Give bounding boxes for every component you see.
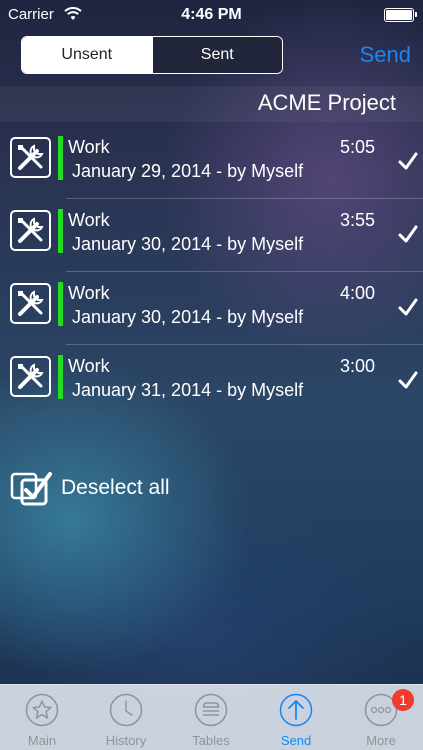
battery-icon <box>384 8 417 22</box>
checkmark-icon[interactable] <box>397 150 419 172</box>
entry-row[interactable]: Work January 30, 2014 - by Myself 3:55 <box>0 199 423 272</box>
clock-icon <box>109 693 143 727</box>
category-color-bar <box>58 209 63 253</box>
segment-sent[interactable]: Sent <box>151 37 282 73</box>
tab-main[interactable]: Main <box>0 685 84 750</box>
category-color-bar <box>58 136 63 180</box>
entry-title: Work <box>68 356 110 376</box>
entry-duration: 3:55 <box>339 210 375 230</box>
tray-stack-icon <box>194 693 228 727</box>
tab-history[interactable]: History <box>84 685 168 750</box>
tab-history-label: History <box>105 733 147 748</box>
tab-tables[interactable]: Tables <box>169 685 253 750</box>
tools-icon <box>10 283 51 324</box>
entry-subtitle: January 30, 2014 - by Myself <box>72 234 304 254</box>
entry-subtitle: January 30, 2014 - by Myself <box>72 307 304 327</box>
entry-title: Work <box>68 283 110 303</box>
entry-duration: 3:00 <box>339 356 375 376</box>
entry-title: Work <box>68 210 110 230</box>
tools-icon <box>10 210 51 251</box>
category-color-bar <box>58 282 63 326</box>
tab-more[interactable]: 1 More <box>339 685 423 750</box>
deselect-all-label: Deselect all <box>61 476 170 499</box>
project-title: ACME Project <box>257 90 396 115</box>
deselect-all-button[interactable]: Deselect all <box>10 470 170 506</box>
checkmark-icon[interactable] <box>397 223 419 245</box>
entry-subtitle: January 29, 2014 - by Myself <box>72 161 304 181</box>
entry-row[interactable]: Work January 29, 2014 - by Myself 5:05 <box>0 126 423 199</box>
checkmark-icon[interactable] <box>397 369 419 391</box>
send-button[interactable]: Send <box>360 42 411 68</box>
tab-main-label: Main <box>27 733 57 748</box>
entry-duration: 4:00 <box>339 283 375 303</box>
tab-send-label: Send <box>280 733 312 748</box>
entry-row[interactable]: Work January 31, 2014 - by Myself 3:00 <box>0 345 423 418</box>
multi-check-icon <box>10 472 52 506</box>
tab-bar: Main History Tables Send 1 More <box>0 684 423 750</box>
entry-duration: 5:05 <box>339 137 375 157</box>
star-icon <box>25 693 59 727</box>
entry-row[interactable]: Work January 30, 2014 - by Myself 4:00 <box>0 272 423 345</box>
unsent-sent-segmented-control[interactable]: Unsent Sent <box>21 36 283 74</box>
notification-badge: 1 <box>392 689 414 711</box>
checkmark-icon[interactable] <box>397 296 419 318</box>
category-color-bar <box>58 355 63 399</box>
tab-tables-label: Tables <box>192 733 230 748</box>
clock-time: 4:46 PM <box>181 6 242 23</box>
segment-unsent[interactable]: Unsent <box>22 37 152 73</box>
entries-list: Work January 29, 2014 - by Myself 5:05 W… <box>0 126 423 418</box>
tab-send[interactable]: Send <box>254 685 338 750</box>
tools-icon <box>10 137 51 178</box>
tools-icon <box>10 356 51 397</box>
entry-title: Work <box>68 137 110 157</box>
tab-more-label: More <box>366 733 396 748</box>
entry-subtitle: January 31, 2014 - by Myself <box>72 380 304 400</box>
upload-arrow-icon <box>279 693 313 727</box>
status-bar: Carrier 4:46 PM <box>0 0 423 30</box>
